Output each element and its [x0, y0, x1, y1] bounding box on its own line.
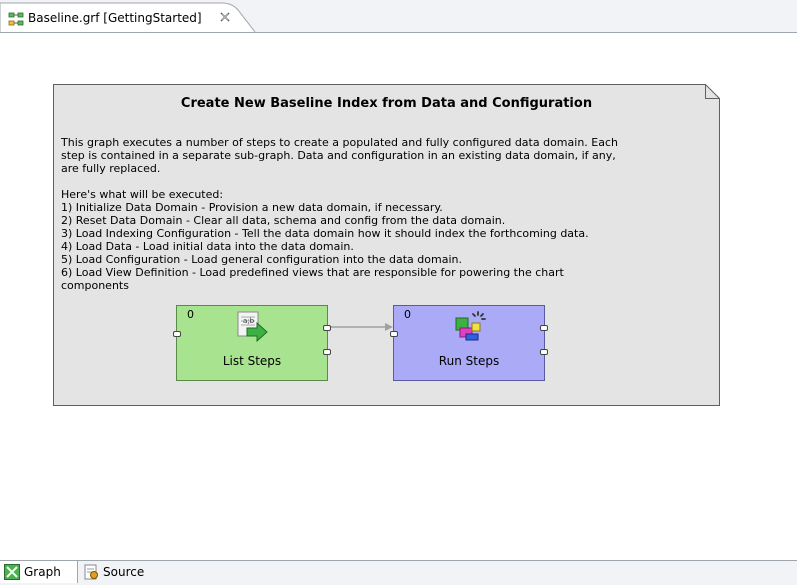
note-line: 2) Reset Data Domain - Clear all data, s… [61, 214, 506, 227]
record-count: 0 [404, 308, 411, 321]
component-label: List Steps [222, 354, 282, 368]
component-label: Run Steps [438, 354, 500, 368]
graph-tab-icon [4, 564, 20, 580]
output-port[interactable] [540, 349, 548, 355]
tab-source[interactable]: Source [79, 561, 157, 583]
record-count: 0 [187, 308, 194, 321]
tab-source-label: Source [103, 565, 145, 579]
output-port[interactable] [323, 325, 331, 331]
input-port[interactable] [390, 331, 398, 337]
run-steps-icon [455, 311, 486, 341]
note-line: 6) Load View Definition - Load predefine… [61, 266, 564, 279]
output-port[interactable] [540, 325, 548, 331]
note-line: 5) Load Configuration - Load general con… [61, 253, 462, 266]
note-line: This graph executes a number of steps to… [61, 136, 618, 149]
note-line: 1) Initialize Data Domain - Provision a … [61, 201, 443, 214]
note-body: This graph executes a number of steps to… [61, 136, 711, 292]
graph-file-icon [8, 12, 24, 26]
close-icon[interactable] [219, 11, 231, 23]
note-line: Here's what will be executed: [61, 188, 224, 201]
component-run-steps[interactable]: 0 Run Steps [390, 305, 548, 381]
note-line: components [61, 279, 129, 292]
note-line: 3) Load Indexing Configuration - Tell th… [61, 227, 589, 240]
note-line: 4) Load Data - Load initial data into th… [61, 240, 354, 253]
note-line [61, 175, 711, 188]
component-list-steps[interactable]: 0 a;b List Steps [173, 305, 331, 381]
tab-graph[interactable]: Graph [0, 561, 78, 583]
tab-graph-label: Graph [24, 565, 61, 579]
editor-mode-tabs: Graph Source [0, 560, 797, 585]
editor-tab-title: Baseline.grf [GettingStarted] [28, 11, 202, 25]
graph-note[interactable]: Create New Baseline Index from Data and … [53, 84, 720, 406]
note-line: are fully replaced. [61, 162, 161, 175]
note-title: Create New Baseline Index from Data and … [180, 96, 593, 111]
editor-tab-bar: Baseline.grf [GettingStarted] [0, 0, 797, 33]
editor-tab-baseline[interactable]: Baseline.grf [GettingStarted] [0, 2, 256, 33]
svg-text:a;b: a;b [243, 317, 255, 325]
list-steps-icon: a;b [237, 311, 268, 343]
note-line: step is contained in a separate sub-grap… [61, 149, 616, 162]
input-port[interactable] [173, 331, 181, 337]
source-tab-icon [84, 564, 98, 580]
output-port[interactable] [323, 349, 331, 355]
